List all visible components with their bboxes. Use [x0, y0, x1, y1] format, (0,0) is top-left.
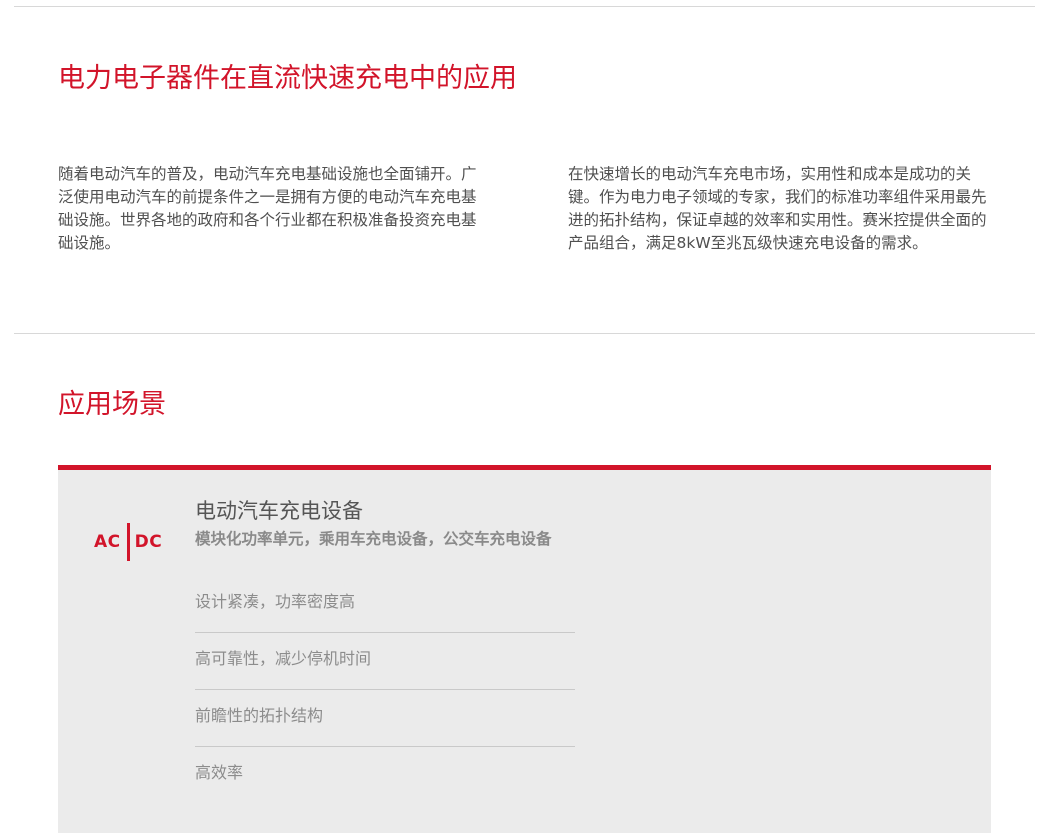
- top-divider: [14, 6, 1035, 7]
- feature-item: 前瞻性的拓扑结构: [195, 690, 575, 747]
- page-title: 电力电子器件在直流快速充电中的应用: [58, 63, 517, 94]
- ac-dc-icon-separator: [126, 523, 130, 561]
- card-subtitle: 模块化功率单元，乘用车充电设备，公交车充电设备: [195, 530, 552, 548]
- ac-dc-icon-ac-label: AC: [94, 532, 121, 552]
- feature-list: 设计紧凑，功率密度高 高可靠性，减少停机时间 前瞻性的拓扑结构 高效率: [195, 576, 575, 804]
- ac-dc-icon-dc-label: DC: [134, 532, 163, 552]
- intro-paragraph-right: 在快速增长的电动汽车充电市场，实用性和成本是成功的关键。作为电力电子领域的专家，…: [568, 165, 987, 252]
- ac-dc-icon: AC DC: [94, 522, 162, 562]
- card-title: 电动汽车充电设备: [195, 499, 363, 523]
- feature-item: 设计紧凑，功率密度高: [195, 576, 575, 633]
- section-divider: [14, 333, 1035, 334]
- application-card-ev-charging: AC DC 电动汽车充电设备 模块化功率单元，乘用车充电设备，公交车充电设备 设…: [58, 465, 991, 833]
- feature-item: 高效率: [195, 763, 244, 782]
- intro-paragraph-left: 随着电动汽车的普及，电动汽车充电基础设施也全面铺开。广泛使用电动汽车的前提条件之…: [58, 165, 477, 252]
- feature-item: 高可靠性，减少停机时间: [195, 633, 575, 690]
- section-title-applications: 应用场景: [58, 389, 166, 420]
